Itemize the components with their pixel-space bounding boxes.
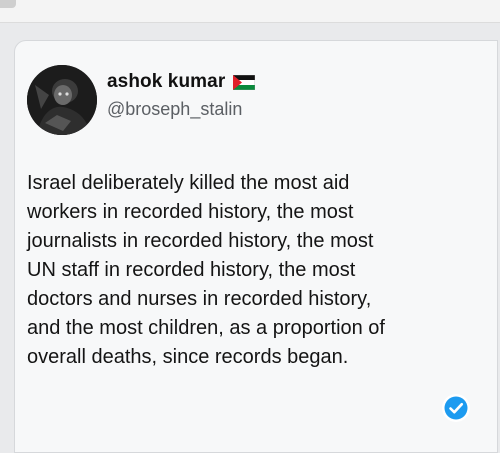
post-card[interactable]: ashok kumar @broseph_stalin Israel delib… [14,40,498,453]
avatar-photo-icon [27,65,97,135]
post-text: Israel deliberately killed the most aid … [27,172,385,368]
top-strip [0,0,500,23]
author-block: ashok kumar @broseph_stalin [107,71,256,120]
user-handle[interactable]: @broseph_stalin [107,99,255,120]
display-name[interactable]: ashok kumar [107,71,225,93]
palestine-flag-icon [233,74,256,90]
avatar[interactable] [27,65,97,135]
verified-check-icon [442,394,470,422]
name-row: ashok kumar [107,71,256,93]
top-strip-chip [0,0,16,8]
